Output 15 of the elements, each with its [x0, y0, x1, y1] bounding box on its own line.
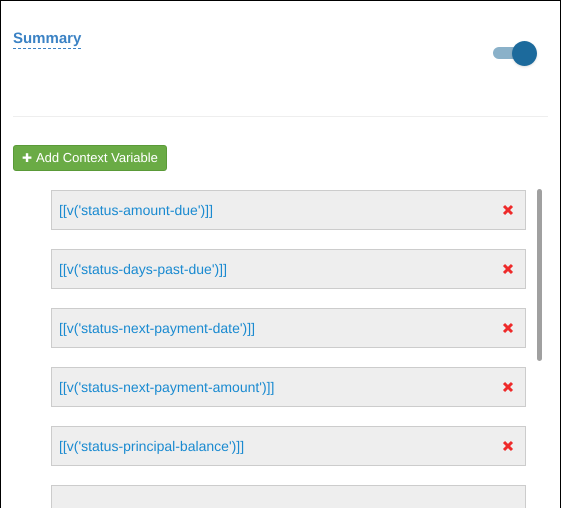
toggle-switch[interactable]	[492, 40, 537, 66]
variable-expression: [[v('status-days-past-due')]]	[59, 260, 227, 279]
add-context-variable-button[interactable]: ✚ Add Context Variable	[13, 145, 167, 171]
variable-expression: [[v('status-amount-due')]]	[59, 200, 213, 220]
close-icon[interactable]	[502, 381, 514, 393]
variable-expression: [[v('status-next-payment-date')]]	[59, 318, 255, 338]
close-icon[interactable]	[502, 263, 514, 275]
close-icon[interactable]	[502, 204, 514, 216]
variable-expression: [[v('status-next-payment-amount')]]	[59, 378, 274, 397]
plus-icon: ✚	[22, 149, 32, 167]
scrollbar[interactable]	[537, 189, 542, 361]
section-title[interactable]: Summary	[13, 29, 82, 49]
close-icon[interactable]	[502, 322, 514, 334]
close-icon[interactable]	[502, 440, 514, 452]
variable-expression: [[v('status-principal-balance')]]	[59, 436, 244, 456]
